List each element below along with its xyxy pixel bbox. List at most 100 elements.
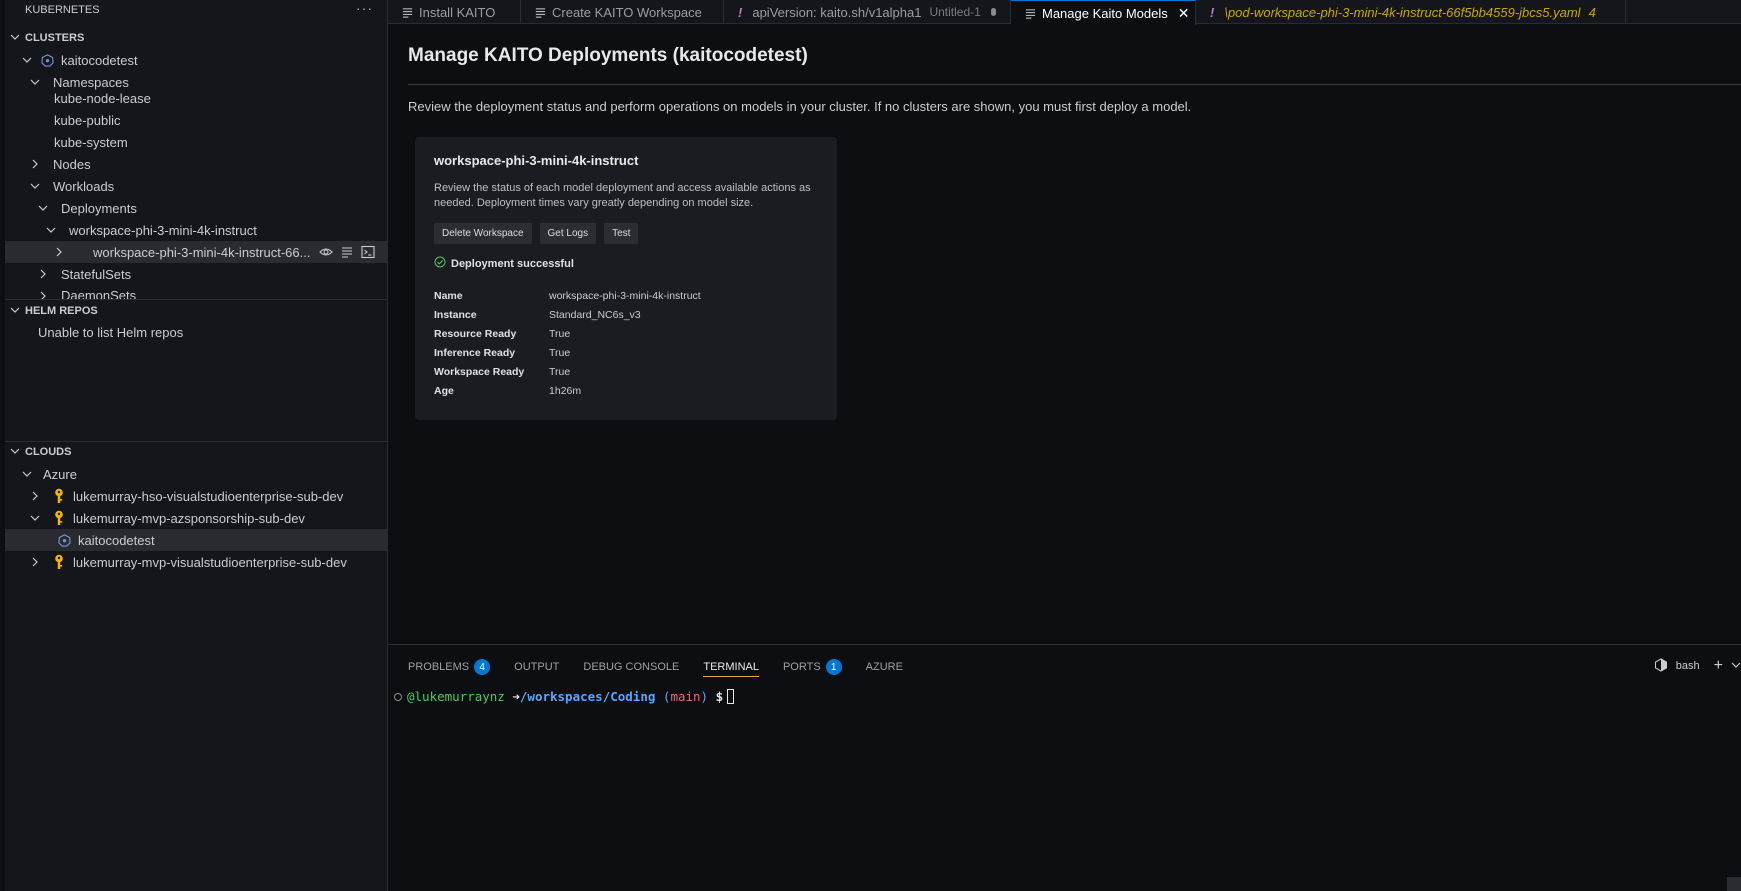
tab-untitled-yaml[interactable]: ! apiVersion: kaito.sh/v1alpha1 Untitled… — [724, 0, 1011, 24]
detail-key: Inference Ready — [434, 346, 516, 359]
tab-ports[interactable]: PORTS 1 — [783, 657, 842, 677]
tab-sublabel: Untitled-1 — [929, 5, 981, 19]
tab-label: \pod-workspace-phi-3-mini-4k-instruct-66… — [1224, 4, 1581, 20]
tab-azure[interactable]: AZURE — [866, 657, 903, 677]
detail-value: workspace-phi-3-mini-4k-instruct — [549, 289, 701, 302]
deployment-status: Deployment successful — [434, 256, 574, 271]
terminal-path: /workspaces/Coding — [519, 689, 656, 704]
kubernetes-icon — [56, 532, 72, 548]
tree-item-label: kube-node-lease — [54, 90, 151, 106]
key-icon — [51, 510, 67, 526]
chevron-down-icon[interactable] — [1731, 660, 1741, 673]
detail-row: Inference Ready True — [434, 343, 814, 362]
tree-item-cloud-cluster[interactable]: kaitocodetest — [5, 529, 387, 551]
shell-name[interactable]: bash — [1676, 660, 1700, 672]
tab-problems[interactable]: PROBLEMS 4 — [408, 657, 491, 677]
delete-workspace-button[interactable]: Delete Workspace — [434, 223, 532, 244]
eye-icon[interactable] — [318, 244, 333, 259]
card-title: workspace-phi-3-mini-4k-instruct — [434, 153, 639, 168]
problems-badge: 4 — [474, 659, 491, 675]
detail-row: Name workspace-phi-3-mini-4k-instruct — [434, 286, 814, 305]
tree-item-label: kube-system — [54, 134, 128, 150]
clusters-section-header[interactable]: CLUSTERS — [5, 27, 387, 49]
tree-item-label: kube-public — [54, 112, 121, 128]
tab-label: Manage Kaito Models — [1042, 5, 1168, 21]
tree-item-deployment[interactable]: workspace-phi-3-mini-4k-instruct — [5, 219, 387, 241]
tree-item-subscription[interactable]: lukemurray-mvp-azsponsorship-sub-dev — [5, 507, 387, 529]
detail-value: 1h26m — [549, 384, 582, 397]
chevron-down-icon — [5, 305, 25, 318]
tab-pod-yaml[interactable]: ! \pod-workspace-phi-3-mini-4k-instruct-… — [1196, 0, 1626, 24]
tree-item-label: lukemurray-hso-visualstudioenterprise-su… — [73, 488, 344, 504]
tree-item-subscription[interactable]: lukemurray-mvp-visualstudioenterprise-su… — [5, 551, 387, 573]
chevron-right-icon — [35, 266, 51, 282]
chevron-down-icon — [43, 222, 59, 238]
tab-label: TERMINAL — [703, 660, 759, 673]
clouds-section-header[interactable]: CLOUDS — [5, 441, 387, 463]
tree-item-cluster[interactable]: kaitocodetest — [5, 49, 387, 71]
chevron-down-icon — [5, 32, 25, 45]
detail-key: Workspace Ready — [434, 365, 525, 378]
tree-item-nodes[interactable]: Nodes — [5, 153, 387, 175]
resize-grip[interactable] — [1727, 877, 1741, 891]
tree-item-deployments[interactable]: Deployments — [5, 197, 387, 219]
tree-item-subscription[interactable]: lukemurray-hso-visualstudioenterprise-su… — [5, 485, 387, 507]
title-divider — [408, 84, 1741, 85]
new-terminal-icon[interactable]: + — [1714, 657, 1723, 675]
terminal-icon[interactable] — [360, 244, 375, 259]
tree-item-label: workspace-phi-3-mini-4k-instruct — [69, 222, 257, 238]
tab-manage-kaito-models[interactable]: Manage Kaito Models ✕ — [1011, 0, 1196, 25]
yaml-warning-icon: ! — [738, 4, 743, 20]
chevron-right-icon — [51, 244, 67, 260]
tree-item-label: Nodes — [53, 156, 91, 172]
tree-item-label: Workloads — [53, 178, 115, 194]
helm-title: HELM REPOS — [25, 305, 98, 317]
helm-message-text: Unable to list Helm repos — [38, 324, 184, 340]
clouds-title: CLOUDS — [25, 446, 72, 458]
page-title: Manage KAITO Deployments (kaitocodetest) — [408, 45, 808, 66]
detail-value: Standard_NC6s_v3 — [549, 308, 641, 321]
logs-icon[interactable] — [339, 244, 354, 259]
more-actions-icon[interactable]: ··· — [356, 0, 373, 16]
terminal-arrow: ➜ — [512, 689, 520, 704]
tab-install-kaito[interactable]: Install KAITO — [388, 0, 521, 24]
bottom-panel: PROBLEMS 4 OUTPUT DEBUG CONSOLE TERMINAL … — [388, 644, 1741, 891]
tab-create-kaito-workspace[interactable]: Create KAITO Workspace — [521, 0, 724, 24]
close-icon[interactable]: ✕ — [1178, 5, 1190, 22]
get-logs-button[interactable]: Get Logs — [539, 223, 597, 244]
tree-item-workloads[interactable]: Workloads — [5, 175, 387, 197]
detail-key: Age — [434, 384, 454, 397]
tree-item-namespace[interactable]: kube-system — [5, 131, 387, 153]
tree-item-daemonsets[interactable]: DaemonSets — [5, 285, 387, 300]
detail-value: True — [549, 346, 571, 359]
terminal-status-icon — [394, 692, 402, 701]
detail-key: Name — [434, 289, 463, 302]
tab-label: OUTPUT — [514, 661, 560, 673]
terminal-paren-close: ) — [700, 689, 709, 704]
terminal-prompt[interactable]: @lukemurraynz ➜ /workspaces/Coding (main… — [394, 689, 735, 704]
tab-output[interactable]: OUTPUT — [514, 657, 559, 677]
tab-label: AZURE — [865, 661, 903, 673]
detail-key: Resource Ready — [434, 327, 517, 340]
detail-row: Instance Standard_NC6s_v3 — [434, 305, 814, 324]
unsaved-dot-icon[interactable] — [990, 8, 996, 16]
tree-item-statefulsets[interactable]: StatefulSets — [5, 263, 387, 285]
tab-terminal[interactable]: TERMINAL — [703, 657, 759, 677]
key-icon — [51, 554, 67, 570]
terminal-cursor — [727, 689, 735, 704]
test-button[interactable]: Test — [604, 223, 639, 244]
chevron-down-icon — [35, 200, 51, 216]
helm-section-header[interactable]: HELM REPOS — [5, 300, 387, 322]
tree-item-namespace[interactable]: kube-node-lease — [5, 87, 387, 109]
file-lines-icon — [1025, 8, 1036, 19]
tab-label: apiVersion: kaito.sh/v1alpha1 — [752, 4, 922, 20]
kubernetes-icon — [39, 52, 55, 68]
tree-item-azure[interactable]: Azure — [5, 463, 387, 485]
file-lines-icon — [535, 7, 546, 18]
tree-item-namespace[interactable]: kube-public — [5, 109, 387, 131]
tab-debug-console[interactable]: DEBUG CONSOLE — [583, 657, 679, 677]
editor-area: Manage KAITO Deployments (kaitocodetest)… — [388, 25, 1741, 644]
tab-label: Install KAITO — [419, 4, 496, 20]
detail-row: Workspace Ready True — [434, 362, 814, 381]
tree-item-pod[interactable]: workspace-phi-3-mini-4k-instruct-66... — [5, 241, 387, 263]
